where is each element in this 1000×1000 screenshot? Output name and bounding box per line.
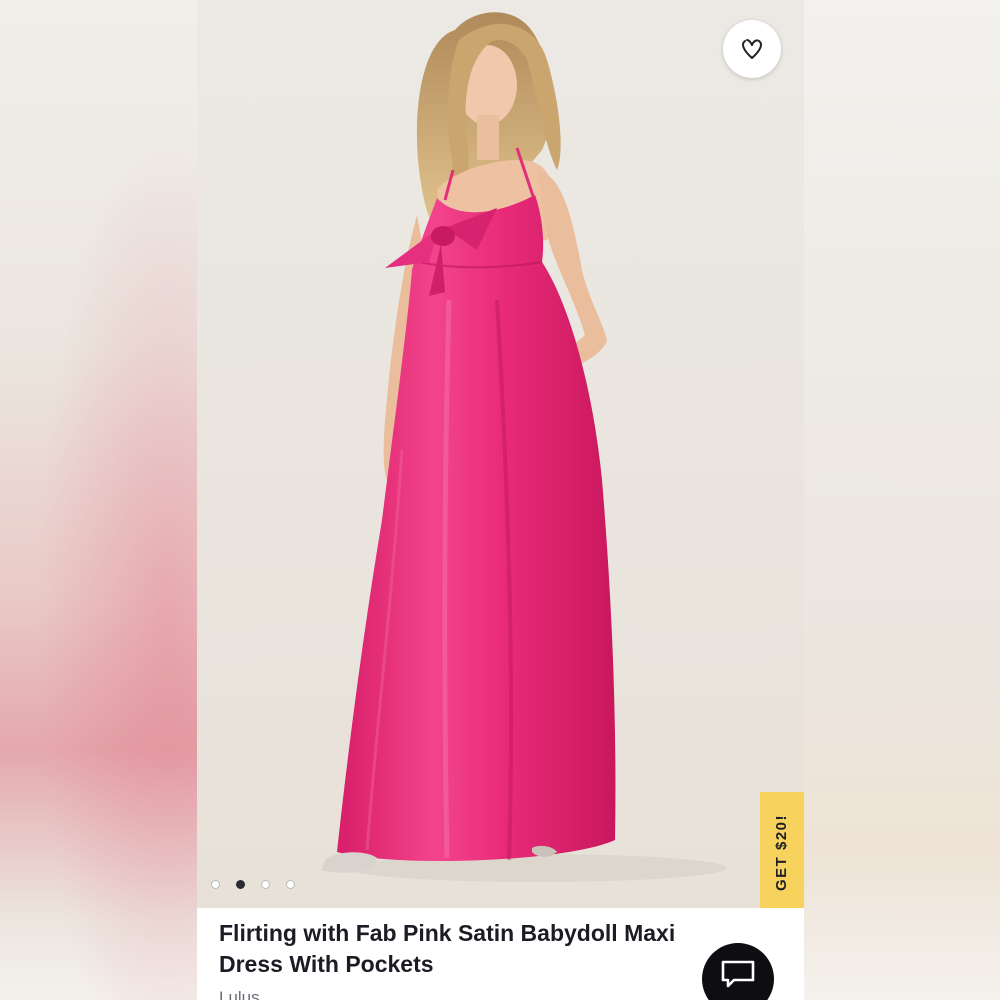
blurred-backdrop-right bbox=[804, 0, 1000, 1000]
product-image[interactable] bbox=[197, 0, 804, 908]
chat-button[interactable] bbox=[702, 943, 774, 1000]
carousel-dot[interactable] bbox=[286, 880, 295, 889]
model-in-dress-illustration bbox=[321, 12, 727, 882]
chat-bubble-icon bbox=[721, 960, 755, 988]
carousel-indicator[interactable] bbox=[211, 880, 295, 889]
carousel-dot[interactable] bbox=[236, 880, 245, 889]
carousel-dot[interactable] bbox=[261, 880, 270, 889]
screen: GET $20! Flirting with Fab Pink Satin Ba… bbox=[0, 0, 1000, 1000]
product-page: GET $20! Flirting with Fab Pink Satin Ba… bbox=[197, 0, 804, 1000]
like-button[interactable] bbox=[723, 20, 781, 78]
carousel-dot[interactable] bbox=[211, 880, 220, 889]
product-title: Flirting with Fab Pink Satin Babydoll Ma… bbox=[219, 920, 676, 977]
product-brand[interactable]: Lulus bbox=[219, 988, 260, 1000]
product-details: Flirting with Fab Pink Satin Babydoll Ma… bbox=[197, 908, 804, 1000]
promo-tab[interactable]: GET $20! bbox=[760, 792, 804, 912]
promo-label: GET $20! bbox=[773, 813, 791, 891]
heart-icon bbox=[742, 39, 762, 59]
blurred-backdrop-left bbox=[0, 0, 197, 1000]
